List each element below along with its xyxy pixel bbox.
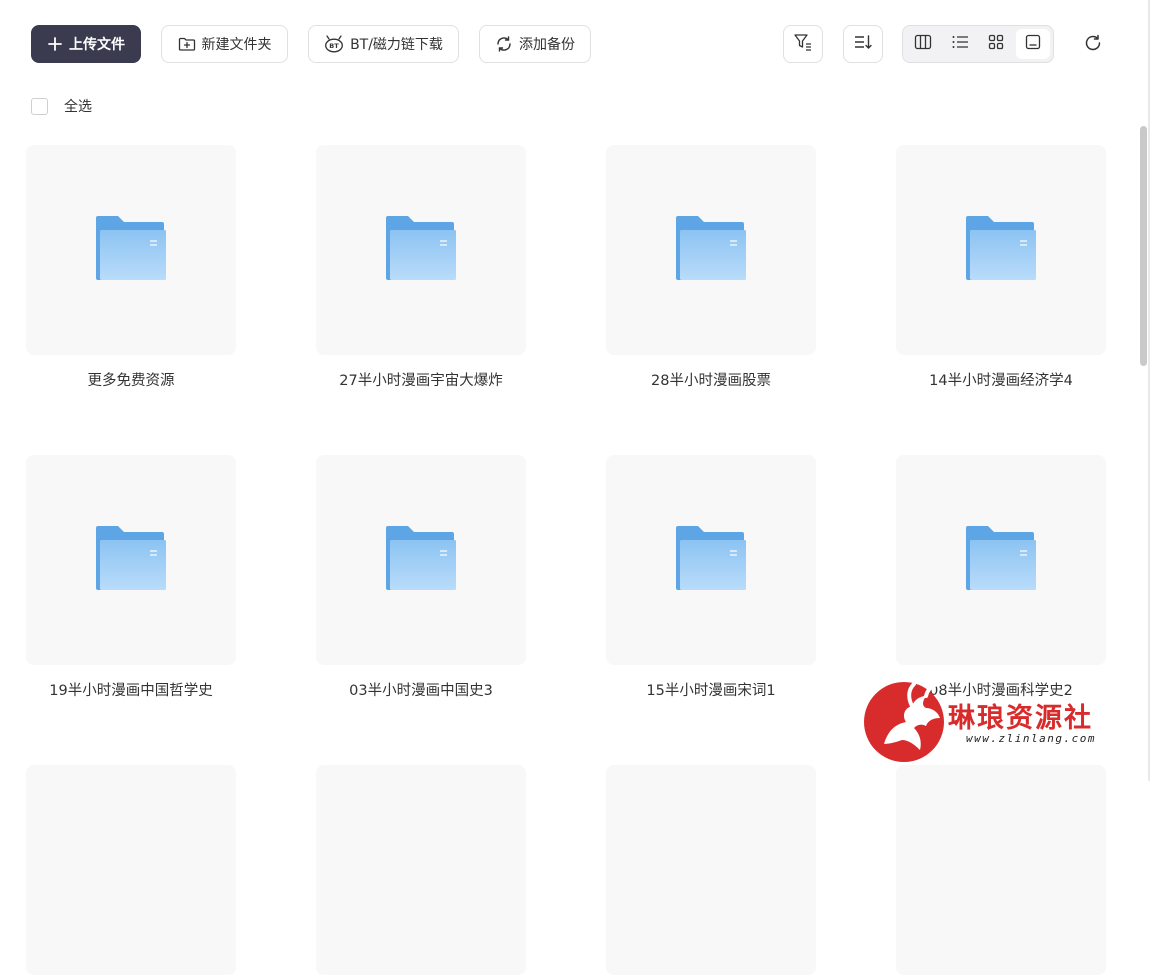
folder-tile bbox=[896, 765, 1106, 975]
folder-card[interactable]: 15半小时漫画宋词1 bbox=[606, 455, 816, 699]
grid-icon bbox=[988, 34, 1004, 54]
bt-download-label: BT/磁力链下载 bbox=[350, 37, 443, 53]
select-all-checkbox[interactable] bbox=[31, 97, 48, 115]
folder-icon bbox=[94, 524, 168, 596]
watermark: 琳琅资源社 www.zlinlang.com bbox=[862, 678, 1132, 768]
folder-tile bbox=[606, 765, 816, 975]
watermark-url: www.zlinlang.com bbox=[966, 732, 1096, 745]
folder-tile bbox=[606, 455, 816, 665]
folder-name: 27半小时漫画宇宙大爆炸 bbox=[339, 373, 503, 389]
folder-tile bbox=[896, 145, 1106, 355]
columns-icon bbox=[914, 34, 932, 54]
svg-text:BT: BT bbox=[329, 42, 339, 50]
select-all-row: 全选 bbox=[31, 96, 92, 116]
deer-logo bbox=[864, 682, 944, 762]
folder-tile bbox=[26, 765, 236, 975]
folder-card[interactable]: 27半小时漫画宇宙大爆炸 bbox=[316, 145, 526, 389]
folder-icon bbox=[384, 214, 458, 286]
filter-button[interactable] bbox=[783, 25, 823, 63]
folder-card[interactable] bbox=[316, 765, 526, 975]
folder-icon bbox=[674, 524, 748, 596]
sort-button[interactable] bbox=[843, 25, 883, 63]
folder-card[interactable] bbox=[26, 765, 236, 975]
folder-card[interactable]: 28半小时漫画股票 bbox=[606, 145, 816, 389]
toolbar: 上传文件 新建文件夹 BT BT/磁力链下载 添加备份 bbox=[0, 0, 1150, 90]
folder-plus-icon bbox=[178, 36, 196, 52]
folder-tile bbox=[316, 145, 526, 355]
refresh-button[interactable] bbox=[1078, 30, 1108, 60]
folder-name: 14半小时漫画经济学4 bbox=[929, 373, 1073, 389]
list-icon bbox=[951, 34, 969, 54]
folder-icon bbox=[384, 524, 458, 596]
plus-icon bbox=[47, 36, 63, 52]
upload-button[interactable]: 上传文件 bbox=[31, 25, 141, 63]
folder-icon bbox=[964, 214, 1038, 286]
view-list-button[interactable] bbox=[943, 29, 978, 59]
watermark-title: 琳琅资源社 bbox=[948, 703, 1093, 734]
folder-icon bbox=[94, 214, 168, 286]
thumbnail-icon bbox=[1025, 34, 1041, 54]
scrollbar-thumb[interactable] bbox=[1140, 126, 1147, 366]
view-large-grid-button[interactable] bbox=[1015, 29, 1050, 59]
view-grid-button[interactable] bbox=[979, 29, 1014, 59]
filter-icon bbox=[793, 33, 813, 55]
folder-card[interactable]: 03半小时漫画中国史3 bbox=[316, 455, 526, 699]
folder-tile bbox=[316, 765, 526, 975]
bt-download-button[interactable]: BT BT/磁力链下载 bbox=[308, 25, 459, 63]
add-backup-button[interactable]: 添加备份 bbox=[479, 25, 591, 63]
folder-card[interactable]: 08半小时漫画科学史2 bbox=[896, 455, 1106, 699]
folder-name: 03半小时漫画中国史3 bbox=[349, 683, 493, 699]
view-mode-switcher bbox=[902, 25, 1054, 63]
sort-icon bbox=[853, 33, 873, 55]
select-all-label[interactable]: 全选 bbox=[64, 96, 92, 116]
folder-icon bbox=[674, 214, 748, 286]
folder-card[interactable]: 19半小时漫画中国哲学史 bbox=[26, 455, 236, 699]
view-column-button[interactable] bbox=[906, 29, 941, 59]
folder-tile bbox=[606, 145, 816, 355]
folder-name: 28半小时漫画股票 bbox=[651, 373, 771, 389]
new-folder-button[interactable]: 新建文件夹 bbox=[161, 25, 288, 63]
folder-name: 19半小时漫画中国哲学史 bbox=[49, 683, 213, 699]
folder-name: 更多免费资源 bbox=[87, 373, 175, 389]
new-folder-label: 新建文件夹 bbox=[201, 37, 272, 53]
refresh-icon bbox=[1083, 33, 1103, 57]
bt-icon: BT bbox=[324, 35, 344, 53]
folder-tile bbox=[896, 455, 1106, 665]
folder-card[interactable] bbox=[896, 765, 1106, 975]
upload-label: 上传文件 bbox=[69, 37, 125, 53]
sync-icon bbox=[495, 35, 513, 53]
add-backup-label: 添加备份 bbox=[519, 37, 575, 53]
folder-tile bbox=[26, 455, 236, 665]
folder-card[interactable]: 14半小时漫画经济学4 bbox=[896, 145, 1106, 389]
folder-tile bbox=[316, 455, 526, 665]
folder-icon bbox=[964, 524, 1038, 596]
folder-card[interactable] bbox=[606, 765, 816, 975]
folder-tile bbox=[26, 145, 236, 355]
folder-card[interactable]: 更多免费资源 bbox=[26, 145, 236, 389]
folder-name: 15半小时漫画宋词1 bbox=[646, 683, 776, 699]
